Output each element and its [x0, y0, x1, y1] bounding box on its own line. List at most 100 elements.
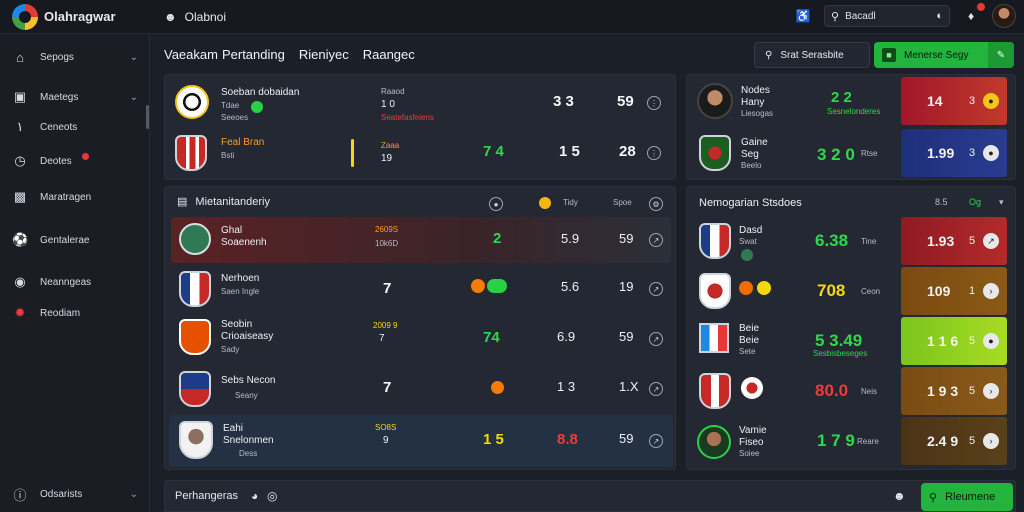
row-action-icon[interactable]: ↗: [649, 282, 663, 296]
search-box[interactable]: ⚲ ◐: [824, 5, 950, 27]
sidebar-item-sepogs[interactable]: ⌂ Sepogs ⌄: [12, 47, 138, 67]
player-row[interactable]: Gaine Seg Beelo 3 2 0 Rtse 1.99 3 ●: [687, 129, 1015, 179]
chart-icon: ▩: [13, 189, 27, 204]
row-action-icon[interactable]: ↗: [649, 382, 663, 396]
info-icon[interactable]: ●: [489, 197, 503, 211]
table-row[interactable]: Nerhoen Saen Ingle 7 5.6 19 ↗: [165, 265, 675, 313]
odds-box[interactable]: 1 9 3 5 ›: [901, 367, 1007, 415]
odds-action-icon: ↗: [983, 233, 999, 249]
sidebar-footer[interactable]: ⓘ Odsarists ⌄: [12, 484, 138, 504]
row-meta-2: 7: [379, 333, 385, 344]
odds-count: 3: [969, 147, 976, 159]
bottom-action-button[interactable]: ⚲ Rleumene: [921, 483, 1013, 511]
team-crest-icon: [175, 135, 207, 171]
sidebar-item-deotes[interactable]: ◷ Deotes: [12, 151, 138, 171]
team-sub: Beie: [739, 335, 760, 346]
search-toggle-icon[interactable]: ◐: [936, 10, 943, 22]
row-action-icon[interactable]: ↗: [649, 233, 663, 247]
sidebar-item-reodiam[interactable]: ✹ Reodiam: [12, 303, 138, 323]
tab-rieniyec[interactable]: Rieniyec: [299, 47, 349, 62]
more-icon[interactable]: ⋮: [647, 96, 661, 110]
row-value-2: 5.6: [561, 279, 580, 294]
row-action-icon[interactable]: ↗: [649, 434, 663, 448]
odds-value: 1 9 3: [927, 383, 959, 399]
more-icon[interactable]: ⋮: [647, 146, 661, 160]
sidebar-scrollbar[interactable]: [146, 105, 149, 129]
row-meta: 2009 9: [373, 321, 398, 330]
row-value: 59: [619, 431, 634, 446]
row-action-icon[interactable]: ↗: [649, 332, 663, 346]
search-input[interactable]: [845, 10, 926, 22]
sidebar-item-maratragen[interactable]: ▩ Maratragen: [12, 187, 138, 207]
odds-box[interactable]: 109 1 ›: [901, 267, 1007, 315]
table-row[interactable]: Eahi Snelonmen Dess SO8S 9 1 5 8.8 59 ↗: [169, 415, 673, 467]
sidebar-item-gentalerae[interactable]: ⚽ Gentalerae: [12, 230, 138, 250]
team-name-2: Soaenenh: [221, 237, 267, 248]
table-row[interactable]: 708 Ceon 109 1 ›: [687, 267, 1015, 317]
row-value-1: 2: [493, 230, 502, 247]
player-sub: Seg: [741, 149, 759, 160]
row-value-1: 74: [483, 329, 500, 346]
notifications-icon[interactable]: ♦: [960, 3, 985, 27]
match-meta-red: Seatefasfeiens: [381, 113, 434, 122]
row-value: 19: [619, 279, 634, 294]
player-row[interactable]: Nodes Hany Liesogas 2 2 Sesnelonderes 14…: [687, 77, 1015, 127]
green-action-button[interactable]: ■ Menerse Segy ✎: [874, 42, 1014, 68]
table-row[interactable]: Dasd Swat 6.38 Tine 1.93 5 ↗: [687, 217, 1015, 267]
odds-box[interactable]: 14 3 ●: [901, 77, 1007, 125]
team-name: Nerhoen: [221, 273, 260, 284]
match-row[interactable]: Soeban dobaidan Tdae Seeoes Raaod 1 0 Se…: [165, 79, 675, 127]
row-value: 708: [817, 281, 846, 300]
pin-icon[interactable]: ♿: [792, 5, 814, 27]
odds-box[interactable]: 1.99 3 ●: [901, 129, 1007, 177]
clock-icon: ◷: [14, 153, 26, 168]
player-name: Gaine: [741, 137, 768, 148]
toggle-switch[interactable]: [487, 279, 507, 293]
row-value: 1.X: [619, 379, 639, 394]
info-icon: ⓘ: [13, 487, 27, 503]
match-row[interactable]: Feal Bran Bsti Zaaa 19 7 4 1 5 28 ⋮: [165, 129, 675, 177]
row-value-1: 1 5: [483, 431, 504, 448]
table-row[interactable]: Seobin Crioaiseasy Sady 2009 9 7 74 6.9 …: [165, 313, 675, 365]
tab-raangec[interactable]: Raangec: [363, 47, 415, 62]
app-root: Olahragwar ☻ Olabnoi ♿ ⚲ ◐ ♦ ⌂ Sepogs ⌄ ▣ M…: [0, 0, 1024, 512]
tab-pertanding[interactable]: Pertanding: [222, 47, 285, 62]
avatar[interactable]: [992, 4, 1016, 28]
brand[interactable]: Olahragwar: [0, 3, 150, 30]
right-top-panel: Nodes Hany Liesogas 2 2 Sesnelonderes 14…: [686, 74, 1016, 180]
sidebar-item-neanngeas[interactable]: ◉ Neanngeas: [12, 272, 138, 292]
settings-icon[interactable]: ⚙: [649, 197, 663, 211]
chevron-down-icon[interactable]: ▾: [999, 197, 1004, 207]
dark-action-button[interactable]: ⚲ Srat Serasbite: [754, 42, 870, 68]
avatar: [697, 83, 733, 119]
match-number: 1 5: [559, 143, 580, 160]
player-sub: Fiseo: [739, 437, 764, 448]
team-name-2: Snelonmen: [223, 435, 274, 446]
table-row[interactable]: Sebs Necon Seany 7 1 3 1.X ↗: [165, 365, 675, 413]
bottom-bar: Perhangeras ◕ ◎ ☻ ⚲ Rleumene: [164, 480, 1016, 512]
match-value: 59: [617, 93, 634, 110]
globe-icon: ◉: [14, 274, 26, 289]
user-add-icon[interactable]: ☻: [893, 489, 906, 503]
top-user[interactable]: ☻ Olabnoi: [164, 10, 226, 24]
table-row[interactable]: Beie Beie Sete 5 3.49 Sesbisbeseges 1 1 …: [687, 317, 1015, 367]
edit-icon[interactable]: ✎: [988, 42, 1014, 68]
table-row[interactable]: Ghal Soaenenh 2609S 10k6D 2 5.9 59 ↗: [171, 217, 671, 263]
odds-box[interactable]: 1 1 6 5 ●: [901, 317, 1007, 365]
table-row[interactable]: Vamie Fiseo Soiee 1 7 9 Reare 2.4 9 5 ›: [687, 417, 1015, 469]
team-crest-icon: [179, 371, 211, 407]
share-icon[interactable]: ◎: [267, 489, 277, 503]
sidebar-item-ceneots[interactable]: ١ Ceneots: [12, 117, 138, 137]
match-score-small: 1 0: [381, 99, 395, 110]
player-name: Nodes: [741, 85, 770, 96]
odds-value: 1.99: [927, 145, 955, 161]
row-value-2: 5.9: [561, 231, 580, 246]
table-row[interactable]: 80.0 Neis 1 9 3 5 ›: [687, 367, 1015, 417]
row-value-1: 7: [383, 379, 392, 396]
refresh-icon[interactable]: ◕: [251, 489, 258, 503]
sidebar-item-label: Maratragen: [40, 191, 92, 203]
sidebar-item-maetegs[interactable]: ▣ Maetegs ⌄: [12, 87, 138, 107]
tab-vaeakam[interactable]: Vaeakam: [164, 47, 218, 62]
odds-box[interactable]: 2.4 9 5 ›: [901, 417, 1007, 465]
odds-box[interactable]: 1.93 5 ↗: [901, 217, 1007, 265]
